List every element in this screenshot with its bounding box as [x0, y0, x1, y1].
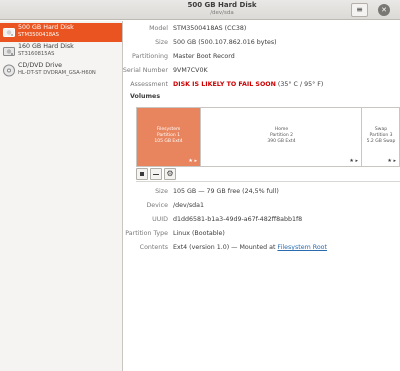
partition-label: Filesystem Partition 1 105 GB Ext4 [137, 127, 200, 145]
size-value: 500 GB (500.107.862.016 bytes) [173, 39, 277, 46]
partition-2[interactable]: Home Partition 2 390 GB Ext4 ★ ▸ [202, 108, 362, 166]
model-value: STM3500418AS (CC38) [173, 25, 247, 32]
uuid-label: UUID [152, 216, 168, 223]
close-button[interactable]: ✕ [378, 4, 390, 16]
partitioning-value: Master Boot Record [173, 53, 235, 60]
sidebar-item-500gb-disk[interactable]: 500 GB Hard Disk STM3500418AS [0, 23, 122, 42]
mounted-star-icon: ★ ▸ [387, 158, 396, 164]
partition-3[interactable]: Swap Partition 3 5.2 GB Swap ★ ▸ [363, 108, 399, 166]
size-label: Size [155, 39, 168, 46]
partition-1[interactable]: Filesystem Partition 1 105 GB Ext4 ★ ▸ [137, 108, 201, 166]
divider [136, 181, 400, 182]
partition-size: 5.2 GB Swap [366, 139, 396, 144]
model-label: Model [149, 25, 168, 32]
gears-icon: ⚙ [166, 169, 174, 178]
sidebar-item-cd-dvd-drive[interactable]: CD/DVD Drive HL-DT-ST DVDRAM_GSA-H60N [0, 61, 122, 80]
model-row: Model STM3500418AS (CC38) [124, 24, 400, 33]
sidebar: 500 GB Hard Disk STM3500418AS 160 GB Har… [0, 21, 123, 371]
volumes-graphic: Filesystem Partition 1 105 GB Ext4 ★ ▸ H… [136, 107, 400, 167]
mounted-star-icon: ★ ▸ [349, 158, 358, 164]
contents-text: Ext4 (version 1.0) — Mounted at [173, 244, 278, 251]
smart-warning: DISK IS LIKELY TO FAIL SOON [173, 81, 276, 88]
hamburger-icon: ≡ [356, 5, 363, 14]
disk-details-panel: Model STM3500418AS (CC38) Size 500 GB (5… [122, 21, 400, 371]
contents-value: Ext4 (version 1.0) — Mounted at Filesyst… [173, 243, 327, 252]
serial-value: 9VM7CV0K [173, 67, 208, 74]
volume-size-label: Size [155, 188, 168, 195]
contents-row: Contents Ext4 (version 1.0) — Mounted at… [124, 243, 400, 252]
window-title-text: 500 GB Hard Disk [187, 1, 257, 9]
drive-name: 160 GB Hard Disk [18, 43, 74, 50]
header-bar: 500 GB Hard Disk /dev/sda ≡ ✕ [0, 0, 400, 20]
volume-size-value: 105 GB — 79 GB free (24,5% full) [173, 188, 279, 195]
delete-partition-button[interactable] [150, 168, 162, 180]
assessment-value: DISK IS LIKELY TO FAIL SOON (35° C / 95°… [173, 80, 323, 89]
stop-icon [140, 172, 144, 176]
temperature: (35° C / 95° F) [275, 81, 324, 88]
partition-label: Swap Partition 3 5.2 GB Swap [363, 127, 399, 145]
drive-model: ST3160815AS [18, 51, 55, 57]
menu-button[interactable]: ≡ [351, 3, 368, 17]
device-row: Device /dev/sda1 [124, 201, 400, 210]
contents-label: Contents [139, 244, 168, 251]
partitioning-row: Partitioning Master Boot Record [124, 52, 400, 61]
device-label: Device [146, 202, 168, 209]
partition-size: 390 GB Ext4 [267, 139, 296, 144]
close-icon: ✕ [381, 6, 387, 14]
window-title: 500 GB Hard Disk /dev/sda [122, 1, 322, 17]
partition-type-label: Partition Type [125, 230, 168, 237]
assessment-row: Assessment DISK IS LIKELY TO FAIL SOON (… [124, 80, 400, 89]
uuid-value: d1dd6581-b1a3-49d9-a67f-482ff8abb1f8 [173, 216, 303, 223]
size-row: Size 500 GB (500.107.862.016 bytes) [124, 38, 400, 47]
filesystem-root-link[interactable]: Filesystem Root [277, 244, 327, 251]
partition-options-button[interactable]: ⚙ [164, 168, 176, 180]
uuid-row: UUID d1dd6581-b1a3-49d9-a67f-482ff8abb1f… [124, 215, 400, 224]
unmount-button[interactable] [136, 168, 148, 180]
serial-label: Serial Number [122, 67, 168, 74]
drive-name: CD/DVD Drive [18, 62, 63, 69]
partition-type-value: Linux (Bootable) [173, 230, 225, 237]
partition-label: Home Partition 2 390 GB Ext4 [202, 127, 361, 145]
assessment-label: Assessment [130, 81, 168, 88]
mounted-star-icon: ★ ▸ [188, 158, 197, 164]
drive-name: 500 GB Hard Disk [18, 24, 74, 31]
optical-drive-icon [3, 64, 15, 77]
partition-size: 105 GB Ext4 [154, 139, 183, 144]
partition-type-row: Partition Type Linux (Bootable) [124, 229, 400, 238]
volumes-heading: Volumes [130, 93, 161, 100]
sidebar-item-160gb-disk[interactable]: 160 GB Hard Disk ST3160815AS [0, 42, 122, 61]
partitioning-label: Partitioning [132, 53, 168, 60]
harddisk-icon [3, 47, 15, 56]
device-value: /dev/sda1 [173, 202, 204, 209]
window-subtitle: /dev/sda [210, 10, 234, 16]
drive-model: HL-DT-ST DVDRAM_GSA-H60N [18, 70, 96, 76]
serial-row: Serial Number 9VM7CV0K [122, 66, 400, 75]
volume-size-row: Size 105 GB — 79 GB free (24,5% full) [124, 187, 400, 196]
minus-icon [153, 174, 159, 175]
drive-model: STM3500418AS [18, 32, 59, 38]
harddisk-icon [3, 28, 15, 37]
